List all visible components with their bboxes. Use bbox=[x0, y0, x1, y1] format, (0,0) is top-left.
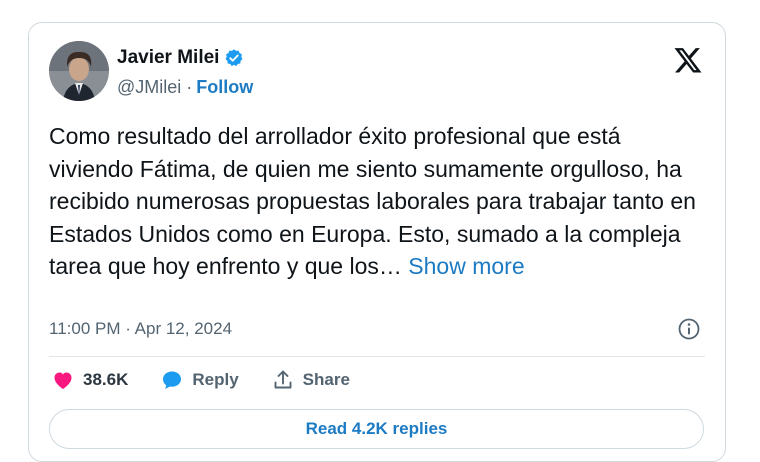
share-upload-icon bbox=[274, 370, 292, 389]
follow-button[interactable]: Follow bbox=[196, 77, 253, 98]
reply-button[interactable]: Reply bbox=[160, 368, 239, 392]
show-more-link[interactable]: Show more bbox=[408, 253, 524, 279]
share-label: Share bbox=[302, 370, 350, 389]
tweet-text-container: Como resultado del arrollador éxito prof… bbox=[49, 120, 709, 283]
reply-label: Reply bbox=[192, 370, 239, 389]
info-icon[interactable] bbox=[677, 317, 701, 341]
divider bbox=[49, 356, 705, 357]
avatar-image bbox=[49, 41, 109, 101]
tweet-card: Javier Milei @JMilei · Follow Como resul… bbox=[28, 22, 726, 462]
x-logo-icon[interactable] bbox=[673, 45, 703, 75]
tweet-timestamp[interactable]: 11:00 PM · Apr 12, 2024 bbox=[49, 319, 232, 339]
author-name-row: Javier Milei bbox=[117, 47, 244, 69]
heart-icon bbox=[54, 372, 72, 389]
like-button[interactable]: 38.6K bbox=[51, 368, 128, 392]
read-replies-button[interactable]: Read 4.2K replies bbox=[49, 409, 704, 449]
speech-bubble-icon bbox=[163, 371, 182, 389]
author-handle-row: @JMilei · Follow bbox=[117, 77, 253, 98]
verified-badge-icon bbox=[224, 48, 244, 68]
share-button[interactable]: Share bbox=[271, 368, 350, 392]
tweet-actions: 38.6K Reply Share bbox=[51, 368, 350, 392]
author-name[interactable]: Javier Milei bbox=[117, 47, 219, 69]
author-handle[interactable]: @JMilei bbox=[117, 77, 181, 98]
avatar[interactable] bbox=[49, 41, 109, 101]
handle-separator: · bbox=[186, 77, 193, 97]
tweet-text: Como resultado del arrollador éxito prof… bbox=[49, 123, 696, 279]
like-count: 38.6K bbox=[83, 370, 129, 389]
